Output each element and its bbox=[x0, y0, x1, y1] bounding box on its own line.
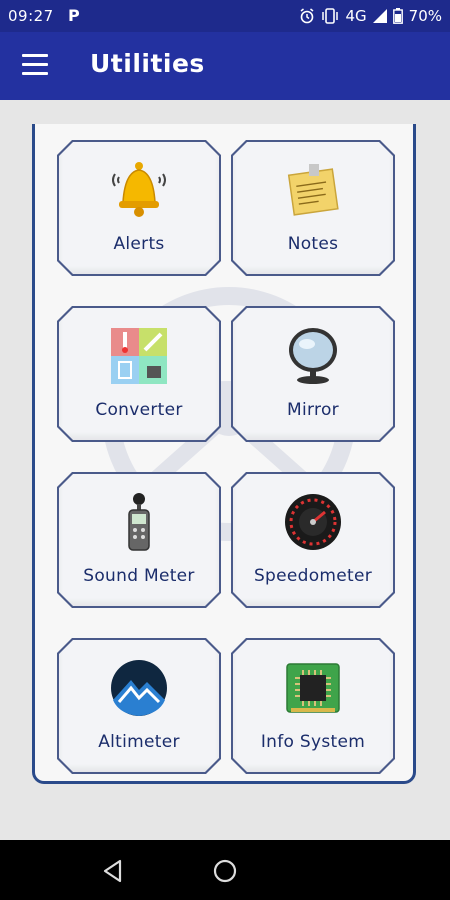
signal-icon bbox=[372, 9, 387, 23]
tile-label-notes: Notes bbox=[287, 234, 339, 254]
tile-label-mirror: Mirror bbox=[287, 400, 339, 420]
info-system-tile[interactable]: Info System bbox=[231, 638, 395, 774]
alerts-tile[interactable]: Alerts bbox=[57, 140, 221, 276]
bell-icon bbox=[109, 160, 169, 220]
tile-label-altimeter: Altimeter bbox=[98, 732, 180, 752]
tile-label-alerts: Alerts bbox=[113, 234, 165, 254]
status-time: 09:27 bbox=[8, 7, 54, 25]
back-icon[interactable] bbox=[100, 858, 126, 884]
mirror-icon bbox=[283, 326, 343, 386]
utilities-panel: Alerts Notes Converter Mirror Sound Mete… bbox=[32, 124, 416, 784]
page-title: Utilities bbox=[90, 49, 205, 78]
tile-label-converter: Converter bbox=[95, 400, 183, 420]
status-icons: 4G 70% bbox=[299, 7, 442, 25]
navigation-bar bbox=[0, 840, 450, 900]
tile-label-sound-meter: Sound Meter bbox=[83, 566, 195, 586]
home-icon[interactable] bbox=[212, 858, 238, 884]
network-type: 4G bbox=[345, 7, 367, 25]
battery-icon bbox=[392, 8, 403, 24]
converter-tile[interactable]: Converter bbox=[57, 306, 221, 442]
speedometer-icon bbox=[283, 492, 343, 552]
sound-meter-tile[interactable]: Sound Meter bbox=[57, 472, 221, 608]
tile-label-info-system: Info System bbox=[260, 732, 366, 752]
sound-meter-icon bbox=[109, 492, 169, 552]
altimeter-tile[interactable]: Altimeter bbox=[57, 638, 221, 774]
battery-level: 70% bbox=[408, 7, 442, 25]
hamburger-menu-icon[interactable] bbox=[22, 54, 48, 78]
notes-icon bbox=[283, 160, 343, 220]
vibrate-icon bbox=[322, 8, 339, 24]
mirror-tile[interactable]: Mirror bbox=[231, 306, 395, 442]
alarm-icon bbox=[301, 8, 314, 24]
app-bar: Utilities bbox=[0, 32, 450, 100]
altimeter-icon bbox=[109, 658, 169, 718]
notes-tile[interactable]: Notes bbox=[231, 140, 395, 276]
parking-icon: P bbox=[68, 6, 80, 25]
converter-icon bbox=[109, 326, 169, 386]
speedometer-tile[interactable]: Speedometer bbox=[231, 472, 395, 608]
tile-label-speedometer: Speedometer bbox=[253, 566, 373, 586]
status-bar: 09:27 P 4G 70% bbox=[0, 0, 450, 32]
chip-icon bbox=[283, 658, 343, 718]
